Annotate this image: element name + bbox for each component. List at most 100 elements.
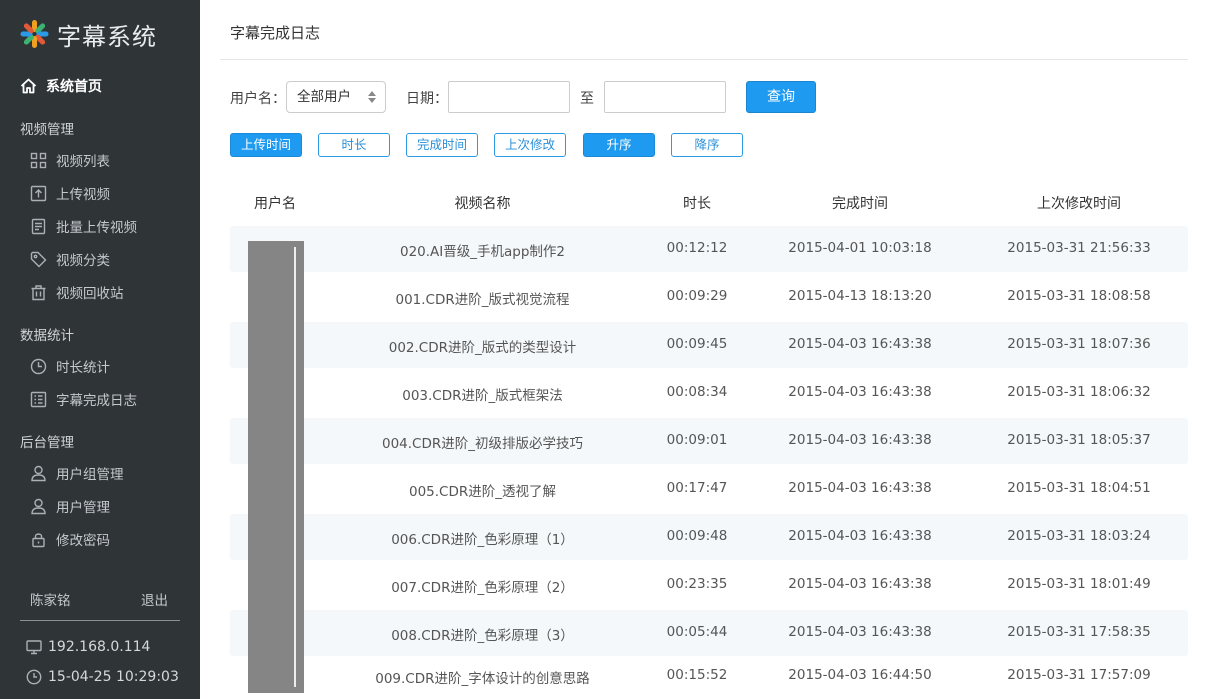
cell-video-name: 006.CDR进阶_色彩原理（1）: [391, 532, 574, 548]
column-header-modified-time: 上次修改时间: [1037, 196, 1121, 212]
cell-done-time: 2015-04-03 16:43:38: [788, 624, 932, 640]
table-row: 004.CDR进阶_初级排版必学技巧 00:09:01 2015-04-03 1…: [230, 418, 1188, 464]
sidebar-item-label: 字幕完成日志: [56, 393, 137, 409]
cell-done-time: 2015-04-13 18:13:20: [788, 288, 932, 304]
cell-video-name: 003.CDR进阶_版式框架法: [402, 388, 563, 404]
cell-duration: 00:09:48: [666, 528, 728, 544]
sidebar-item-label: 用户组管理: [56, 467, 124, 483]
sidebar-item-batch-upload[interactable]: 批量上传视频: [30, 216, 137, 236]
table-row: 008.CDR进阶_色彩原理（3） 00:05:44 2015-04-03 16…: [230, 610, 1188, 656]
cell-modified-time: 2015-03-31 18:05:37: [1007, 432, 1151, 448]
clock-icon: [26, 669, 42, 685]
sidebar-item-change-password[interactable]: 修改密码: [30, 529, 110, 549]
sidebar-item-label: 视频列表: [56, 154, 110, 170]
cell-duration: 00:09:45: [666, 336, 728, 352]
sidebar-item-video-list[interactable]: 视频列表: [30, 150, 110, 170]
table-row: 005.CDR进阶_透视了解 00:17:47 2015-04-03 16:43…: [230, 466, 1188, 512]
cell-modified-time: 2015-03-31 17:58:35: [1007, 624, 1151, 640]
date-filter-label: 日期：: [406, 91, 448, 107]
table-row: 001.CDR进阶_版式视觉流程 00:09:29 2015-04-13 18:…: [230, 274, 1188, 320]
trash-icon: [31, 284, 46, 300]
sidebar-item-recycle-bin[interactable]: 视频回收站: [30, 282, 124, 302]
user-icon: [31, 465, 46, 481]
cell-video-name: 008.CDR进阶_色彩原理（3）: [391, 628, 574, 644]
nav-home[interactable]: 系统首页: [20, 76, 102, 96]
cell-video-name: 001.CDR进阶_版式视觉流程: [395, 292, 570, 308]
sidebar-item-label: 时长统计: [56, 360, 110, 376]
sort-upload-time-button[interactable]: 上传时间: [230, 133, 302, 157]
query-button[interactable]: 查询: [746, 81, 816, 113]
cell-video-name: 005.CDR进阶_透视了解: [408, 484, 556, 500]
cell-modified-time: 2015-03-31 18:01:49: [1007, 576, 1151, 592]
ip-address: 192.168.0.114: [48, 639, 151, 655]
cell-modified-time: 2015-03-31 17:57:09: [1007, 667, 1151, 683]
sidebar-item-label: 批量上传视频: [56, 220, 137, 236]
date-from-input[interactable]: [448, 81, 570, 113]
cell-duration: 00:09:29: [666, 288, 728, 304]
cell-duration: 00:23:35: [666, 576, 728, 592]
cell-duration: 00:09:01: [666, 432, 728, 448]
cell-duration: 00:15:52: [666, 667, 728, 683]
list-icon: [30, 391, 47, 407]
cell-video-name: 007.CDR进阶_色彩原理（2）: [391, 580, 574, 596]
sidebar-item-label: 上传视频: [56, 187, 110, 203]
current-user-name: 陈家铭: [30, 593, 71, 609]
current-datetime: 15-04-25 10:29:03: [48, 669, 179, 685]
column-header-video-name: 视频名称: [454, 196, 511, 212]
sidebar-item-users[interactable]: 用户管理: [30, 496, 110, 516]
cell-done-time: 2015-04-03 16:43:38: [788, 336, 932, 352]
table-row: 007.CDR进阶_色彩原理（2） 00:23:35 2015-04-03 16…: [230, 562, 1188, 608]
sort-ascending-button[interactable]: 升序: [583, 133, 655, 157]
sidebar-item-label: 修改密码: [56, 533, 110, 549]
sidebar-item-duration-stats[interactable]: 时长统计: [30, 356, 110, 376]
cell-done-time: 2015-04-03 16:43:38: [788, 528, 932, 544]
cell-modified-time: 2015-03-31 18:08:58: [1007, 288, 1151, 304]
title-divider: [220, 59, 1188, 60]
cell-done-time: 2015-04-03 16:44:50: [788, 667, 932, 683]
cell-modified-time: 2015-03-31 18:03:24: [1007, 528, 1151, 544]
sidebar-item-user-groups[interactable]: 用户组管理: [30, 463, 124, 483]
table-row: 006.CDR进阶_色彩原理（1） 00:09:48 2015-04-03 16…: [230, 514, 1188, 560]
nav-home-label: 系统首页: [46, 79, 102, 95]
redacted-username-column: [248, 241, 304, 693]
sidebar-divider: [20, 620, 180, 621]
document-icon: [31, 218, 46, 234]
cell-done-time: 2015-04-03 16:43:38: [788, 480, 932, 496]
app-logo-icon: [20, 20, 48, 48]
column-header-done-time: 完成时间: [832, 196, 888, 212]
sort-duration-button[interactable]: 时长: [318, 133, 390, 157]
date-to-input[interactable]: [604, 81, 726, 113]
lock-icon: [32, 532, 45, 547]
column-header-duration: 时长: [683, 196, 711, 212]
cell-duration: 00:08:34: [666, 384, 728, 400]
cell-done-time: 2015-04-03 16:43:38: [788, 576, 932, 592]
cell-video-name: 004.CDR进阶_初级排版必学技巧: [381, 436, 583, 452]
upload-icon: [30, 185, 47, 201]
nav-section-video: 视频管理: [20, 122, 74, 138]
brand: 字幕系统: [20, 18, 157, 51]
cell-modified-time: 2015-03-31 18:04:51: [1007, 480, 1151, 496]
sort-done-time-button[interactable]: 完成时间: [406, 133, 478, 157]
cell-video-name: 002.CDR进阶_版式的类型设计: [388, 340, 577, 356]
sort-descending-button[interactable]: 降序: [671, 133, 743, 157]
date-to-label: 至: [580, 91, 594, 107]
logout-link[interactable]: 退出: [141, 589, 168, 609]
sidebar-item-upload-video[interactable]: 上传视频: [30, 183, 110, 203]
column-header-username: 用户名: [254, 196, 296, 212]
grid-icon: [30, 152, 47, 168]
sort-last-modified-button[interactable]: 上次修改: [494, 133, 566, 157]
nav-section-admin: 后台管理: [20, 435, 74, 451]
select-arrows-icon: [368, 91, 376, 103]
table-row: 020.AI晋级_手机app制作2 00:12:12 2015-04-01 10…: [230, 226, 1188, 272]
table-row: 002.CDR进阶_版式的类型设计 00:09:45 2015-04-03 16…: [230, 322, 1188, 368]
cell-modified-time: 2015-03-31 18:07:36: [1007, 336, 1151, 352]
user-icon: [31, 498, 46, 514]
cell-video-name: 009.CDR进阶_字体设计的创意思路: [375, 671, 590, 687]
user-select[interactable]: 全部用户: [286, 81, 386, 113]
time-info: 15-04-25 10:29:03: [26, 667, 179, 687]
cell-video-name: 020.AI晋级_手机app制作2: [399, 244, 566, 260]
tag-icon: [30, 251, 47, 267]
sidebar-item-label: 视频分类: [56, 253, 110, 269]
sidebar-item-subtitle-log[interactable]: 字幕完成日志: [30, 389, 137, 409]
sidebar-item-video-category[interactable]: 视频分类: [30, 249, 110, 269]
